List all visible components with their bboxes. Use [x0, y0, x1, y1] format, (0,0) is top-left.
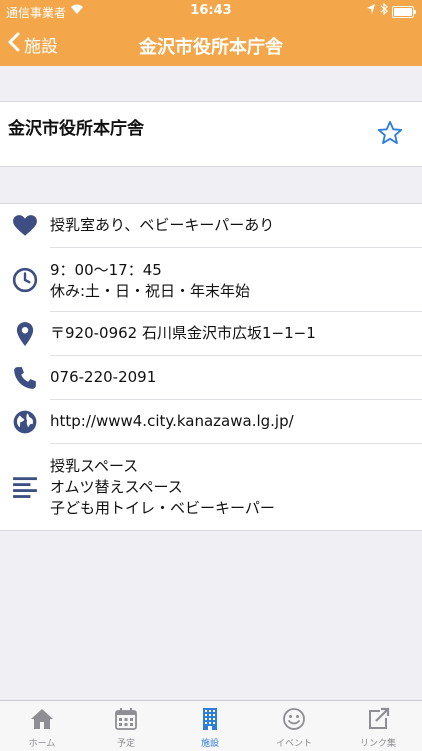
map-pin-icon — [16, 322, 34, 346]
chevron-left-icon — [8, 32, 20, 56]
amenities-text: 授乳室あり、ベビーキーパーあり — [50, 216, 275, 234]
text-lines-icon — [13, 477, 37, 498]
address-row[interactable]: 〒920-0962 石川県金沢市広坂1−1−1 — [0, 312, 422, 356]
heart-icon — [13, 215, 37, 236]
battery-icon — [392, 6, 416, 18]
hours-line-2: 休み:土・日・祝日・年末年始 — [50, 282, 251, 300]
external-link-icon — [369, 707, 390, 729]
phone-icon — [14, 367, 36, 389]
tab-facilities[interactable]: 施設 — [168, 701, 252, 751]
tab-schedule[interactable]: 予定 — [84, 701, 168, 751]
address-text: 〒920-0962 石川県金沢市広坂1−1−1 — [50, 324, 316, 342]
tab-links[interactable]: リンク集 — [336, 701, 420, 751]
calendar-icon — [115, 708, 137, 730]
bluetooth-icon — [380, 2, 388, 18]
globe-icon — [13, 410, 37, 434]
details-list: 授乳室あり、ベビーキーパーあり 9：00〜17：45 休み:土・日・祝日・年末年… — [0, 203, 422, 531]
facilities-line-1: 授乳スペース — [50, 457, 139, 475]
smiley-icon — [283, 708, 305, 730]
favorite-star-icon[interactable] — [376, 119, 404, 147]
amenities-row: 授乳室あり、ベビーキーパーあり — [0, 204, 422, 248]
location-arrow-icon — [366, 3, 376, 18]
status-bar: 通信事業者 16:43 — [0, 0, 422, 22]
tab-bar: ホーム 予定 施設 イベント リンク集 — [0, 700, 422, 751]
tab-events-label: イベント — [275, 739, 312, 749]
building-icon — [203, 708, 217, 730]
clock-icon — [12, 267, 38, 293]
hours-text: 9：00〜17：45 休み:土・日・祝日・年末年始 — [50, 260, 250, 302]
phone-text: 076-220-2091 — [50, 368, 157, 386]
navigation-bar: 施設 金沢市役所本庁舎 — [0, 22, 422, 66]
hours-line-1: 9：00〜17：45 — [50, 261, 162, 279]
page-title: 金沢市役所本庁舎 — [139, 37, 283, 58]
status-time: 16:43 — [190, 3, 232, 18]
tab-schedule-label: 予定 — [116, 739, 135, 749]
home-icon — [31, 709, 53, 729]
website-row[interactable]: http://www4.city.kanazawa.lg.jp/ — [0, 400, 422, 444]
facilities-text: 授乳スペース オムツ替えスペース 子ども用トイレ・ベビーキーパー — [50, 456, 275, 519]
hours-row: 9：00〜17：45 休み:土・日・祝日・年末年始 — [0, 248, 422, 312]
facility-name: 金沢市役所本庁舎 — [8, 119, 144, 139]
tab-links-label: リンク集 — [359, 739, 396, 749]
tab-facilities-label: 施設 — [200, 739, 219, 749]
back-button[interactable]: 施設 — [8, 22, 58, 66]
tab-home[interactable]: ホーム — [0, 701, 84, 751]
back-button-label: 施設 — [24, 36, 58, 57]
website-link[interactable]: http://www4.city.kanazawa.lg.jp/ — [50, 411, 294, 432]
tab-home-label: ホーム — [28, 739, 56, 749]
facility-name-card: 金沢市役所本庁舎 — [0, 101, 422, 167]
tab-events[interactable]: イベント — [252, 701, 336, 751]
phone-row[interactable]: 076-220-2091 — [0, 356, 422, 400]
facilities-line-2: オムツ替えスペース — [50, 478, 183, 496]
facilities-row: 授乳スペース オムツ替えスペース 子ども用トイレ・ベビーキーパー — [0, 444, 422, 530]
facilities-line-3: 子ども用トイレ・ベビーキーパー — [50, 499, 275, 517]
